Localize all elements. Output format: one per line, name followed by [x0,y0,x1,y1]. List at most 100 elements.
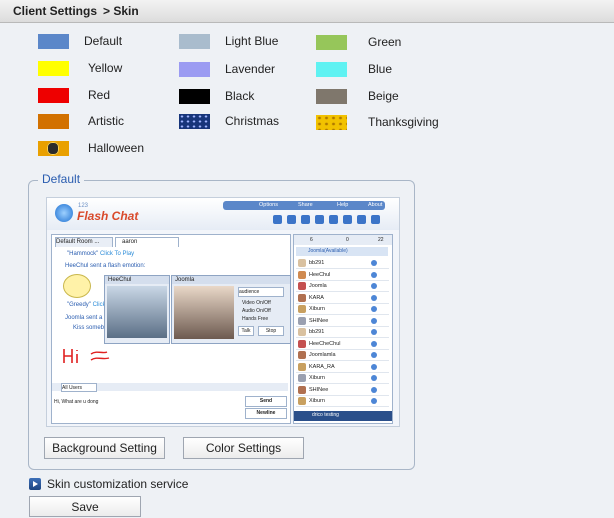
skin-label: Green [368,35,402,49]
preview-logo: Flash Chat [77,209,139,223]
send-button: Send [245,396,287,407]
skin-option-default[interactable]: Default [38,32,122,50]
swatch-halloween [38,140,69,156]
user-list-tabs: 6 0 22 [294,235,392,245]
user-status-icon [371,329,377,335]
skin-option-christmas[interactable]: Christmas [179,112,279,130]
msg-hammock: "Hammock" Click To Play [67,250,134,258]
user-avatar-icon [298,362,306,371]
skin-option-artistic[interactable]: Artistic [38,112,124,130]
user-avatar-icon [298,351,306,359]
background-setting-button[interactable]: Background Setting [44,437,165,459]
tab-count-all: 22 [378,237,384,243]
user-avatar-icon [298,397,306,405]
skin-label: Halloween [88,141,145,155]
skin-label: Yellow [88,61,123,75]
skin-label: Blue [368,62,393,76]
toolbar-icon [301,215,310,224]
user-name: SHINee [309,317,329,324]
user-avatar-icon [298,374,306,382]
handwriting-drawing [63,349,110,363]
user-name: SHINee [309,386,329,393]
swatch-artistic [38,113,69,129]
user-list-row: Joomla [296,281,389,292]
video-name: HeeChul [105,276,169,284]
stop-button: Stop [258,326,284,336]
user-name: Joomlamla [309,352,336,358]
audience-select: audience [238,287,284,297]
skin-option-thanksgiving[interactable]: Thanksgiving [316,113,439,131]
user-status-icon [371,294,377,301]
user-select: All Users [61,383,97,392]
preview-user-list: 6 0 22 Joomla(Available) bb291 HeeChul Joo… [293,234,393,424]
user-avatar-icon [298,316,306,325]
toolbar-icon [343,215,352,224]
user-list-row: HeeCheChul [296,339,389,350]
user-name: bb291 [309,329,325,335]
skin-label: Christmas [225,114,280,128]
save-button[interactable]: Save [29,496,141,517]
msg-name: "Hammock" [67,251,99,257]
option-hands-free: Hands Free [242,316,269,322]
page-header: Client Settings > Skin [0,0,614,23]
skin-option-yellow[interactable]: Yellow [38,59,122,77]
skin-option-lavender[interactable]: Lavender [179,60,275,78]
user-avatar-icon [298,259,306,267]
user-status-icon [371,363,377,370]
user-list-row: Xiburn [296,304,389,315]
skin-option-red[interactable]: Red [38,86,110,104]
preview-tab-room: Default Room ... [55,237,113,247]
skin-option-black[interactable]: Black [179,87,254,105]
swatch-black [179,88,210,104]
user-name: Xiburn [309,306,325,312]
skin-option-green[interactable]: Green [316,33,401,51]
user-status-icon [371,352,377,358]
preview-menu-options: Options [259,202,278,208]
user-list-row: KARA [296,293,389,304]
preview-tab-private: aaron [115,237,179,247]
user-status-icon [371,386,377,393]
msg-greedy: "Greedy" Click [67,301,106,309]
video-feed [107,286,167,338]
user-avatar-icon [298,339,306,348]
breadcrumb: > Skin [103,4,139,18]
preview-toolbar [273,215,385,225]
user-avatar-icon [298,385,306,394]
skin-label: Default [84,34,123,48]
skin-label: Artistic [88,114,124,128]
user-status-icon [371,260,377,266]
video-name: Joomla [172,276,290,284]
swatch-lavender [179,61,210,77]
skin-option-beige[interactable]: Beige [316,87,399,105]
tab-label: aaron [122,239,138,245]
msg-flash-emotion: HeeChul sent a flash emotion: [65,263,146,269]
user-avatar-icon [298,293,306,302]
swatch-thanksgiving [316,114,347,130]
swatch-beige [316,88,347,104]
msg-link: Click To Play [99,251,135,257]
skin-option-blue[interactable]: Blue [316,60,392,78]
video-feed [174,286,234,339]
preview-menu-help: Help [337,202,349,208]
message-input: Hi, What are u dong [54,399,99,405]
skin-customization-link[interactable]: Skin customization service [47,477,188,491]
skin-option-halloween[interactable]: Halloween [38,139,144,157]
color-settings-button[interactable]: Color Settings [183,437,304,459]
swatch-default [38,33,69,49]
user-status-icon [371,340,377,347]
user-name: HeeChul [309,271,331,278]
user-name: KARA [309,294,324,301]
user-avatar-icon [298,282,306,290]
swatch-christmas [179,113,210,129]
page-title: Client Settings [13,4,98,18]
status-bar: drico testing [294,411,392,421]
flash-chat-logo-icon [55,204,73,222]
toolbar-icon [357,215,366,224]
user-list-row: Xiburn [296,373,389,384]
tab-count-rooms: 0 [346,237,349,243]
newline-button: Newline [245,408,287,419]
skin-option-light-blue[interactable]: Light Blue [179,32,278,50]
skin-label: Thanksgiving [368,115,439,129]
talk-button: Talk [238,326,254,336]
user-list-row: Xiburn [296,396,389,407]
